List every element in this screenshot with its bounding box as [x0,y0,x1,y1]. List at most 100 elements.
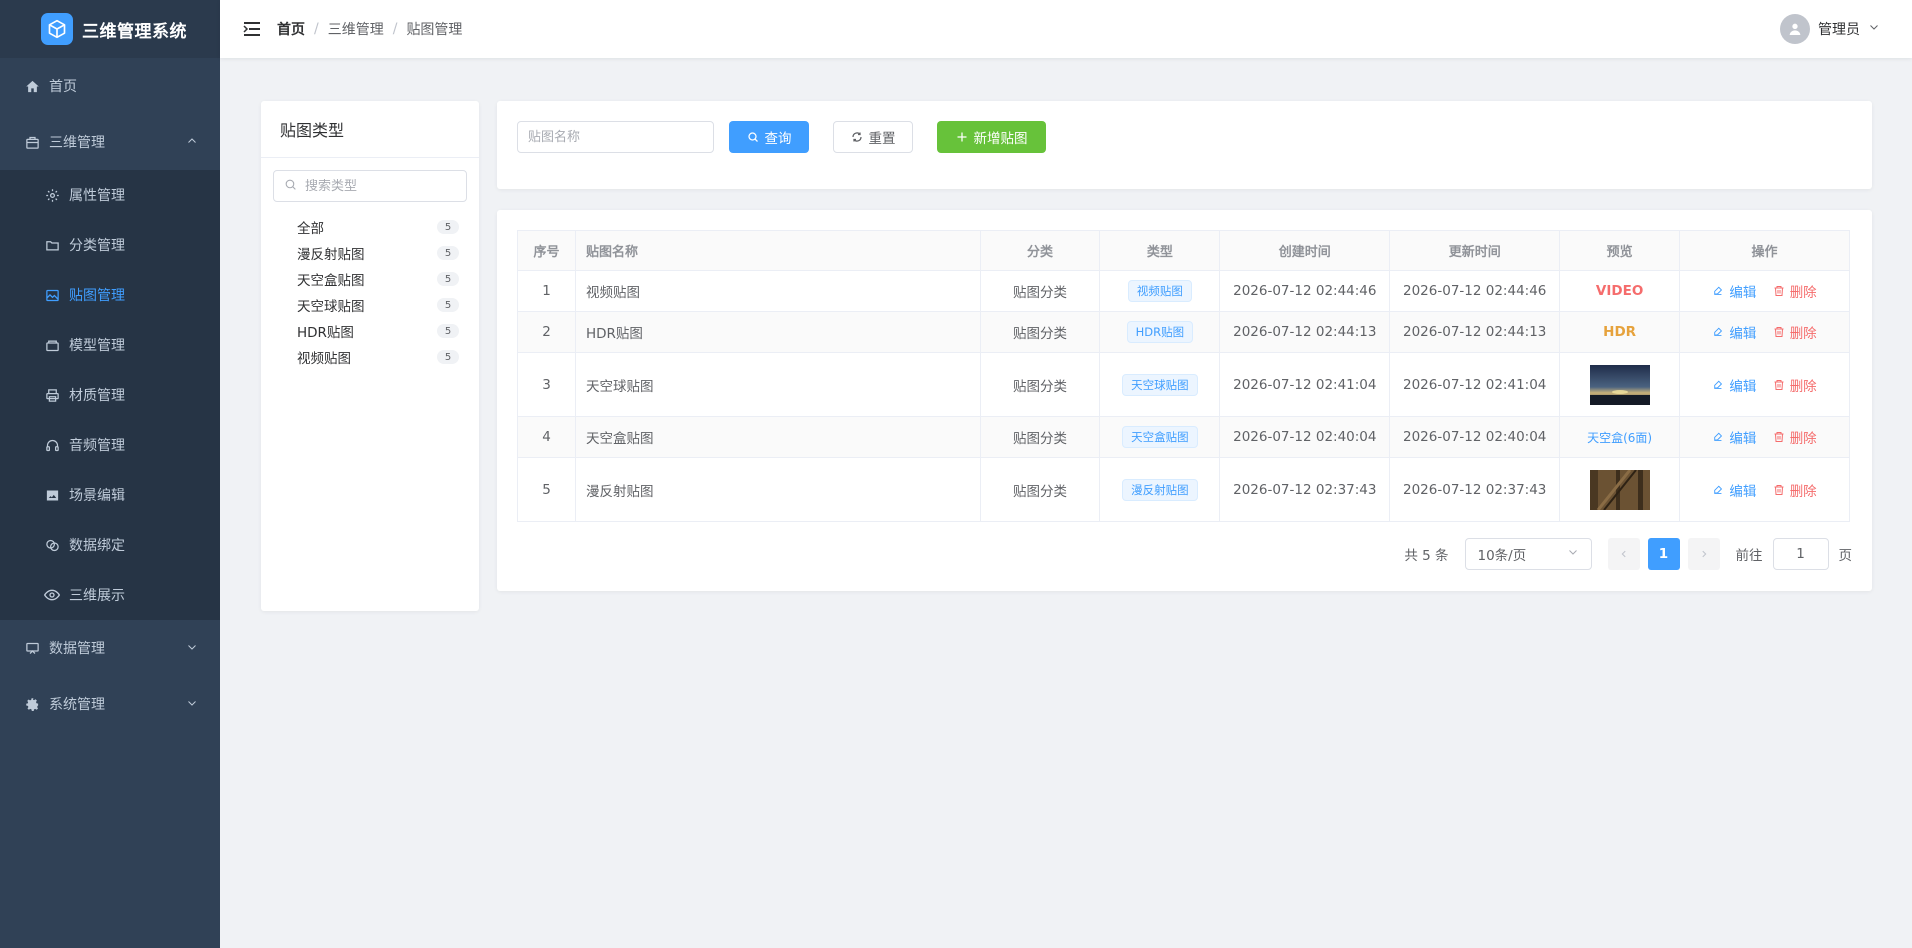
preview-skybox-link[interactable]: 天空盒(6面) [1587,431,1652,445]
texture-type-panel: 贴图类型 全部 5 漫反射贴图 5 天空盒贴图 5 天空球贴图 5 HDR贴图 … [261,101,479,611]
tree-item-all[interactable]: 全部 5 [261,214,479,240]
delete-button[interactable]: 删除 [1773,427,1817,447]
delete-label: 删除 [1789,378,1817,395]
sky-sphere-thumbnail[interactable] [1589,364,1650,405]
tree-item-hdr[interactable]: HDR贴图 5 [261,318,479,344]
sidebar-item-models[interactable]: 模型管理 [0,320,220,370]
cell-name: HDR贴图 [574,311,981,353]
edit-button[interactable]: 编辑 [1712,281,1756,301]
prev-page-button[interactable] [1607,538,1640,570]
link-icon [43,536,61,554]
type-search-input[interactable] [305,178,455,194]
chevron-down-icon [186,697,198,713]
edit-label: 编辑 [1729,431,1757,447]
page-size-select[interactable]: 10条/页 [1464,538,1592,570]
sidebar-item-3d-display[interactable]: 三维展示 [0,570,220,620]
sidebar-item-attributes[interactable]: 属性管理 [0,170,220,220]
cell-type: 天空盒贴图 [1099,416,1221,458]
preview-video-label[interactable]: VIDEO [1596,283,1643,299]
add-texture-button[interactable]: 新增贴图 [937,121,1046,153]
cell-actions: 编辑 删除 [1679,457,1850,522]
chevron-right-icon [1701,550,1706,558]
add-button-label: 新增贴图 [973,131,1028,147]
sidebar-item-home[interactable]: 首页 [0,58,220,114]
gear-icon [43,186,61,204]
delete-button[interactable]: 删除 [1773,480,1817,500]
edit-label: 编辑 [1729,483,1757,500]
edit-label: 编辑 [1729,378,1757,395]
diffuse-thumbnail[interactable] [1589,469,1650,510]
sidebar-item-label: 分类管理 [69,238,125,254]
cell-preview [1559,457,1681,522]
delete-label: 删除 [1789,483,1817,500]
sidebar-item-textures[interactable]: 贴图管理 [0,270,220,320]
cell-category: 贴图分类 [979,416,1101,458]
edit-button[interactable]: 编辑 [1712,322,1756,342]
tree-item-video[interactable]: 视频贴图 5 [261,344,479,370]
user-menu[interactable]: 管理员 [1780,14,1880,44]
sidebar-item-label: 音频管理 [69,438,125,454]
sidebar-item-scene-editor[interactable]: 场景编辑 [0,470,220,520]
folder-icon [43,236,61,254]
top-header: 首页 / 三维管理 / 贴图管理 管理员 [220,0,1912,58]
trash-icon [1774,286,1784,296]
sidebar-item-categories[interactable]: 分类管理 [0,220,220,270]
tree-item-skybox[interactable]: 天空盒贴图 5 [261,266,479,292]
menu-toggle-icon[interactable] [242,19,262,39]
sidebar-item-label: 属性管理 [69,188,125,204]
cell-index: 2 [517,311,576,353]
page-size-value: 10条/页 [1477,548,1527,564]
type-tag: 视频贴图 [1127,280,1192,302]
count-badge: 5 [437,246,459,260]
texture-name-input[interactable] [517,121,714,153]
cell-type: HDR贴图 [1099,311,1221,353]
search-card: 查询 重置 新增贴图 [497,101,1872,189]
app-title: 三维管理系统 [82,21,187,42]
breadcrumb-separator: / [314,21,319,37]
sidebar-item-data-binding[interactable]: 数据绑定 [0,520,220,570]
sidebar-item-3d-management[interactable]: 三维管理 [0,114,220,170]
page-suffix-label: 页 [1838,548,1853,564]
trash-icon [1774,327,1784,337]
query-button-label: 查询 [764,131,792,147]
delete-button[interactable]: 删除 [1773,375,1817,395]
sidebar-item-audio[interactable]: 音频管理 [0,420,220,470]
panel-title: 贴图类型 [261,101,479,158]
query-button[interactable]: 查询 [729,121,809,153]
goto-page-input[interactable] [1772,538,1829,570]
delete-button[interactable]: 删除 [1773,281,1817,301]
plus-icon [956,131,968,143]
sidebar-item-materials[interactable]: 材质管理 [0,370,220,420]
cell-index: 3 [517,352,576,417]
table-row: 2 HDR贴图 贴图分类 HDR贴图 2026-07-12 02:44:13 2… [517,311,1850,353]
delete-label: 删除 [1789,431,1817,447]
preview-hdr-label[interactable]: HDR [1603,324,1636,340]
breadcrumb-3d-management: 三维管理 [327,22,384,38]
count-badge: 5 [437,324,459,338]
sidebar-item-label: 首页 [49,79,77,95]
tree-item-label: 天空盒贴图 [297,273,365,289]
reset-button[interactable]: 重置 [833,121,913,153]
table-row: 4 天空盒贴图 贴图分类 天空盒贴图 2026-07-12 02:40:04 2… [517,416,1850,458]
breadcrumb-home[interactable]: 首页 [277,19,305,39]
sidebar-item-system-management[interactable]: 系统管理 [0,676,220,732]
box-icon [23,133,41,151]
chevron-up-icon [186,135,198,151]
tree-item-diffuse[interactable]: 漫反射贴图 5 [261,240,479,266]
tree-item-skysphere[interactable]: 天空球贴图 5 [261,292,479,318]
edit-icon [1714,485,1723,494]
cell-category: 贴图分类 [979,270,1101,312]
delete-button[interactable]: 删除 [1773,322,1817,342]
edit-button[interactable]: 编辑 [1712,375,1756,395]
sidebar-item-data-management[interactable]: 数据管理 [0,620,220,676]
page-number-button[interactable]: 1 [1647,538,1680,570]
next-page-button[interactable] [1687,538,1720,570]
column-header: 创建时间 [1219,230,1391,271]
user-name: 管理员 [1818,22,1860,38]
edit-button[interactable]: 编辑 [1712,480,1756,500]
board-icon [23,639,41,657]
edit-button[interactable]: 编辑 [1712,427,1756,447]
cell-preview: HDR [1559,311,1681,353]
column-header: 预览 [1559,230,1681,271]
texture-table-card: 序号 贴图名称 分类 类型 创建时间 更新时间 预览 操作 1 视频贴图 贴图分… [497,210,1872,591]
